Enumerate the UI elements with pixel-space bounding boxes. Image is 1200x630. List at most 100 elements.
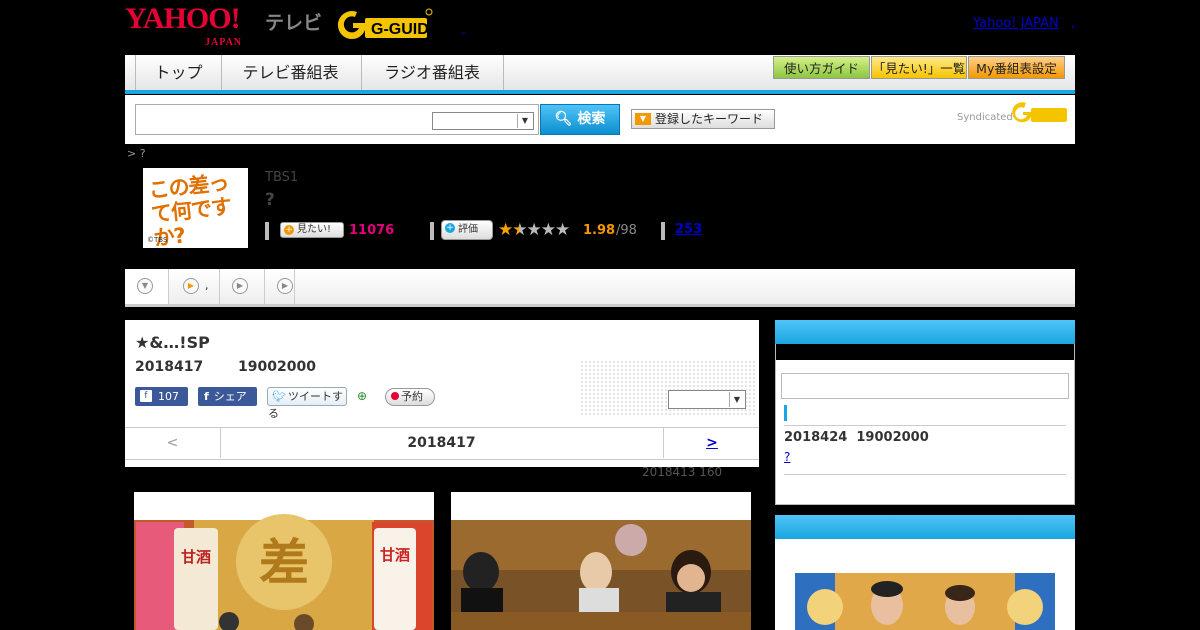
star-icon: ★ bbox=[512, 220, 527, 240]
tab-radio-schedule[interactable]: ラジオ番組表 bbox=[361, 55, 504, 90]
chevron-down-icon: ▼ bbox=[729, 392, 744, 407]
search-button[interactable]: 🔍︎ 検索 bbox=[540, 104, 620, 135]
gguide-logo-icon: G-GUIDE bbox=[337, 8, 440, 40]
next-episode-button[interactable]: > bbox=[663, 428, 760, 458]
tab-episode[interactable]: ▼ bbox=[125, 269, 169, 304]
facebook-like-button[interactable]: f 107 bbox=[135, 387, 188, 406]
svg-text:甘酒: 甘酒 bbox=[181, 548, 211, 566]
divider bbox=[265, 222, 269, 240]
rating-count: /98 bbox=[616, 223, 637, 238]
tab-4[interactable]: ▶ bbox=[265, 269, 295, 304]
rate-button[interactable]: + 評価 bbox=[441, 220, 493, 240]
next-broadcast-datetime: 2018424 19002000 bbox=[784, 430, 929, 445]
tab-2-label: , bbox=[205, 279, 209, 292]
episode-time: 19002000 bbox=[238, 359, 316, 375]
program-tabs: ▼ ▶ , ▶ ▶ bbox=[125, 269, 1075, 307]
record-icon bbox=[391, 392, 399, 400]
plus-icon: + bbox=[284, 225, 294, 235]
divider bbox=[430, 222, 434, 240]
reserve-label: 予約 bbox=[401, 390, 423, 403]
episode-select[interactable]: ▼ bbox=[668, 390, 746, 409]
registered-keywords-button[interactable]: ▼ 登録したキーワード bbox=[631, 109, 775, 129]
play-circle-icon: ▶ bbox=[277, 278, 293, 294]
usage-guide-button[interactable]: 使い方ガイド bbox=[773, 56, 870, 79]
episode-title: ★&…!SP bbox=[135, 333, 210, 352]
svg-text:甘酒: 甘酒 bbox=[380, 546, 410, 564]
next-broadcast-time: 19002000 bbox=[856, 430, 929, 445]
star-icon: ★★★ bbox=[526, 220, 571, 240]
tab-top[interactable]: トップ bbox=[135, 55, 222, 90]
program-title: ? bbox=[265, 190, 275, 210]
tweet-button[interactable]: 🐦︎ ツイートする bbox=[267, 387, 347, 420]
tab-tv-schedule[interactable]: テレビ番組表 bbox=[220, 55, 362, 90]
rating-stars: ★★★★★ bbox=[498, 220, 571, 240]
rating-score: 1.98 bbox=[583, 223, 616, 238]
twitter-icon: 🐦︎ bbox=[272, 390, 286, 403]
prev-episode-button[interactable]: < bbox=[125, 428, 221, 458]
episode-photo-1[interactable]: 差 甘酒 甘酒 bbox=[134, 492, 434, 630]
rate-button-label: 評価 bbox=[458, 224, 478, 235]
panel-subheader bbox=[776, 344, 1074, 360]
tv-logo-label[interactable]: テレビ bbox=[265, 8, 322, 35]
svg-text:G-GUIDE: G-GUIDE bbox=[371, 21, 433, 38]
episode-photo-2[interactable] bbox=[451, 492, 751, 630]
tab-3[interactable]: ▶ bbox=[220, 269, 265, 304]
chevron-down-icon: ▼ bbox=[635, 113, 651, 125]
search-category-select[interactable]: ▼ bbox=[432, 112, 534, 130]
episode-date: 2018417 bbox=[135, 359, 204, 375]
chevron-down-icon: ▼ bbox=[517, 114, 532, 128]
gguide-small-logo-icon bbox=[1012, 100, 1068, 125]
my-schedule-settings-button[interactable]: My番組表設定 bbox=[968, 56, 1065, 79]
channel-name: TBS1 bbox=[265, 170, 299, 185]
add-user-icon[interactable]: ⊕ bbox=[357, 388, 373, 404]
divider bbox=[784, 474, 1066, 475]
search-icon: 🔍︎ bbox=[554, 111, 573, 127]
thumbnail-copyright: ©TBS bbox=[147, 236, 168, 244]
main-nav: トップ テレビ番組表 ラジオ番組表 使い方ガイド 「見たい!」一覧 My番組表設… bbox=[125, 55, 1075, 94]
search-button-label: 検索 bbox=[577, 111, 606, 127]
mitai-button-label: 見たい! bbox=[297, 224, 332, 235]
header-dot: , bbox=[462, 22, 466, 36]
keyword-button-label: 登録したキーワード bbox=[655, 112, 764, 126]
current-episode-date: 2018417 bbox=[407, 435, 476, 451]
mitai-count: 11076 bbox=[349, 223, 395, 238]
chevron-down-icon: ▼ bbox=[137, 278, 153, 294]
facebook-share-label: シェア bbox=[213, 390, 247, 403]
plus-icon: + bbox=[445, 223, 455, 233]
facebook-icon: f bbox=[140, 390, 152, 402]
play-circle-icon: ▶ bbox=[232, 278, 248, 294]
reserve-button[interactable]: 予約 bbox=[385, 388, 435, 406]
mitai-button[interactable]: + 見たい! bbox=[280, 222, 344, 238]
studio-photo-3 bbox=[795, 549, 1055, 630]
syndicated-label: Syndicated bbox=[957, 112, 1013, 123]
next-broadcast-date: 2018424 bbox=[784, 430, 848, 445]
play-circle-icon: ▶ bbox=[183, 278, 199, 294]
studio-photo-1: 差 甘酒 甘酒 bbox=[134, 492, 434, 630]
svg-text:差: 差 bbox=[259, 533, 309, 592]
panel-bar bbox=[784, 405, 787, 421]
breadcrumb[interactable]: > ? bbox=[127, 147, 146, 160]
gguide-logo[interactable]: G-GUIDE bbox=[335, 6, 440, 40]
program-thumbnail[interactable]: この差って何ですか? ©TBS bbox=[143, 168, 248, 248]
facebook-icon: f bbox=[204, 390, 209, 403]
studio-photo-2 bbox=[451, 492, 751, 630]
yahoo-japan-dot: , bbox=[1071, 16, 1076, 31]
divider bbox=[661, 222, 665, 240]
yahoo-japan-link[interactable]: Yahoo! JAPAN bbox=[973, 16, 1059, 31]
panel-input[interactable] bbox=[781, 373, 1069, 399]
tab-2[interactable]: ▶ , bbox=[169, 269, 220, 304]
next-broadcast-link[interactable]: ? bbox=[784, 450, 790, 464]
yahoo-logo-sub: JAPAN bbox=[205, 37, 243, 48]
reviews-link[interactable]: 253 bbox=[675, 222, 702, 237]
panel-header bbox=[775, 515, 1075, 539]
yahoo-japan-logo[interactable]: YAHOO! JAPAN bbox=[125, 4, 241, 49]
previous-airing-note: 2018413 160 bbox=[642, 465, 723, 479]
divider bbox=[784, 425, 1066, 426]
facebook-share-button[interactable]: f シェア bbox=[198, 387, 257, 406]
facebook-like-count: 107 bbox=[158, 390, 179, 403]
mitai-list-button[interactable]: 「見たい!」一覧 bbox=[871, 56, 967, 79]
next-episode-label: > bbox=[706, 435, 718, 451]
star-icon: ★ bbox=[498, 220, 513, 240]
panel-header bbox=[775, 320, 1075, 344]
related-photo[interactable] bbox=[795, 549, 1055, 630]
